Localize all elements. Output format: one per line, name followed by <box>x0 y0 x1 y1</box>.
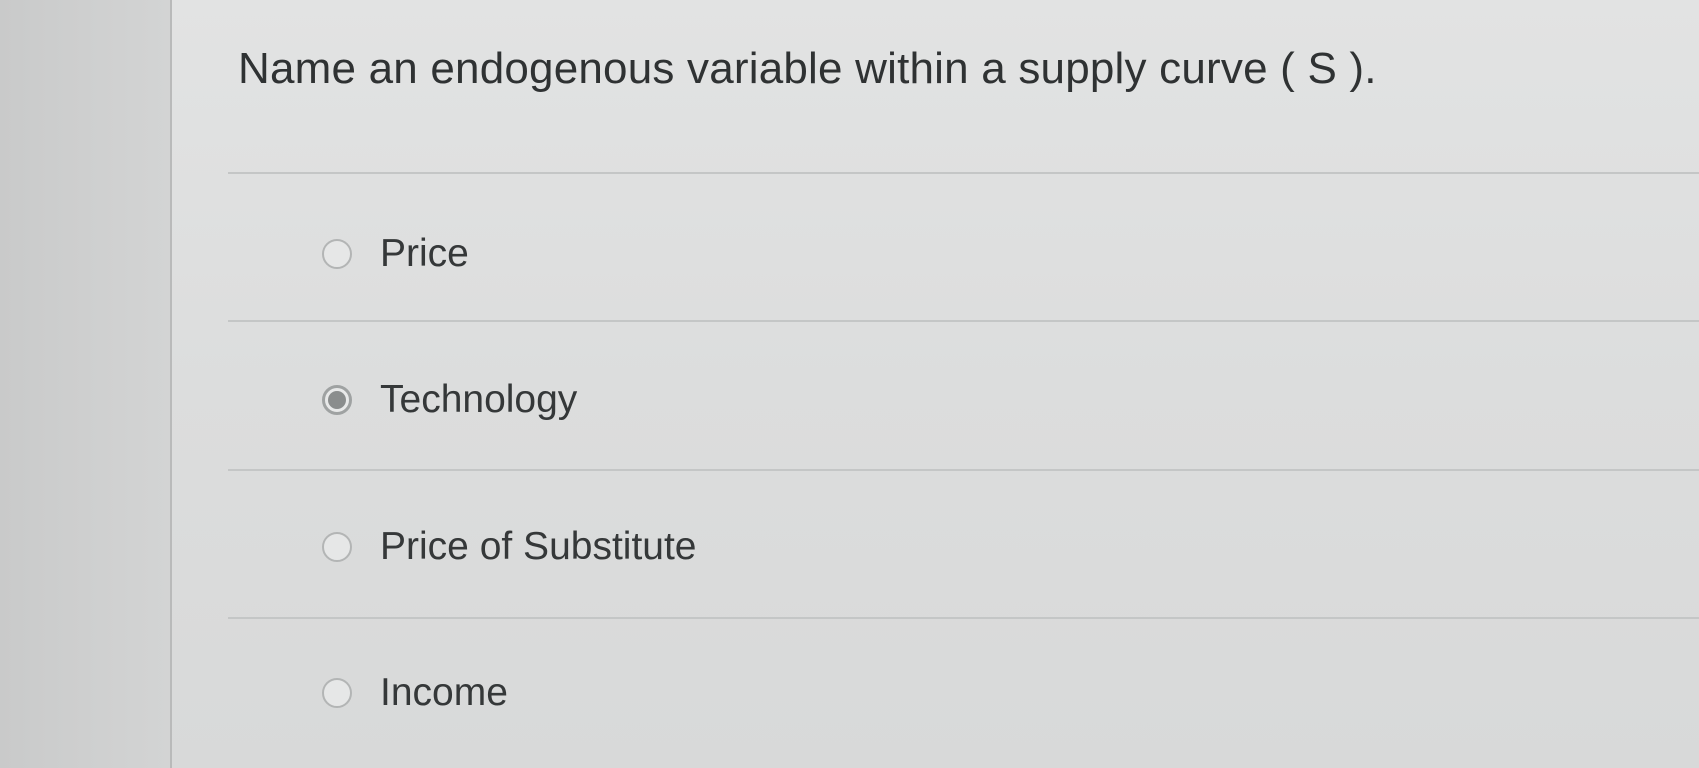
question-panel: Name an endogenous variable within a sup… <box>170 0 1699 768</box>
answer-label: Income <box>380 671 508 714</box>
answer-label: Price of Substitute <box>380 525 697 568</box>
left-gutter <box>0 0 170 768</box>
divider <box>228 617 1699 619</box>
divider <box>228 172 1699 174</box>
answer-option-price-of-substitute[interactable]: Price of Substitute <box>322 517 697 577</box>
answer-label: Price <box>380 232 469 275</box>
divider <box>228 469 1699 471</box>
answer-option-income[interactable]: Income <box>322 663 508 723</box>
answer-option-price[interactable]: Price <box>322 224 469 284</box>
question-text: Name an endogenous variable within a sup… <box>238 44 1377 93</box>
radio-dot-icon <box>328 391 346 409</box>
radio-button-icon[interactable] <box>322 678 352 708</box>
answer-option-technology[interactable]: Technology <box>322 370 577 430</box>
radio-button-selected-icon[interactable] <box>322 385 352 415</box>
radio-button-icon[interactable] <box>322 532 352 562</box>
answer-label: Technology <box>380 378 578 421</box>
radio-button-icon[interactable] <box>322 239 352 269</box>
divider <box>228 320 1699 322</box>
